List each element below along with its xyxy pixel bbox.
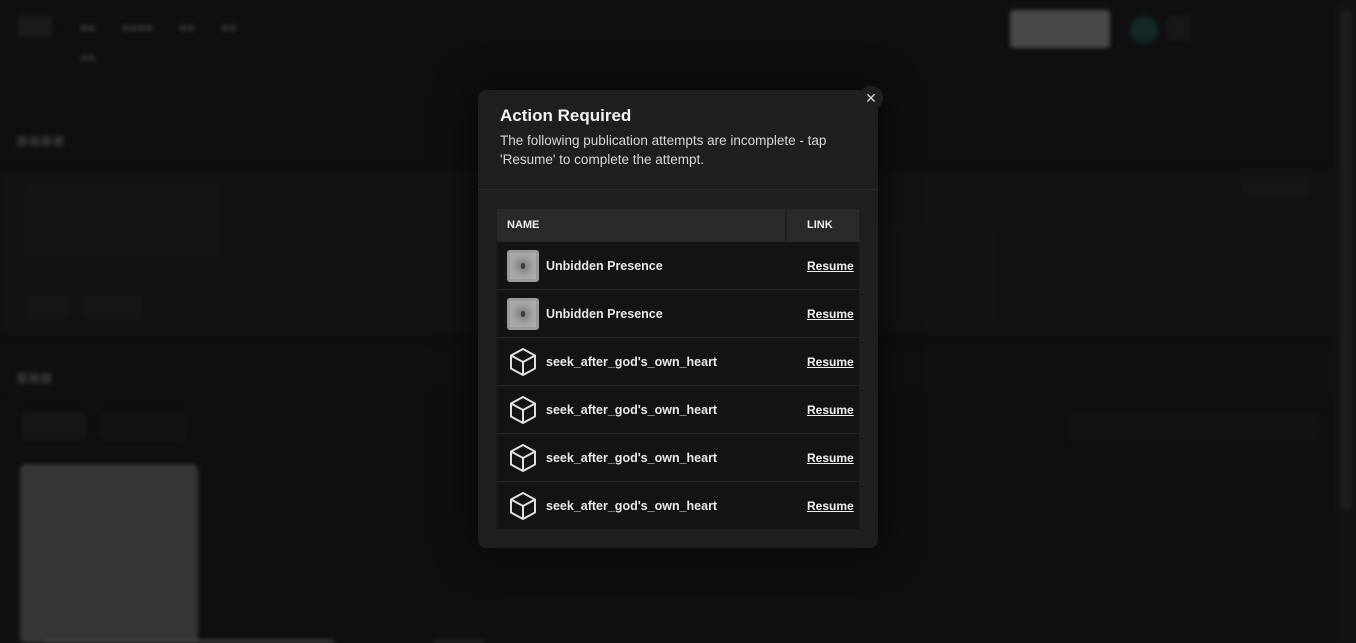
table-row: Unbidden Presence Resume [497,241,859,289]
column-header-name: NAME [497,209,787,241]
link-cell: Resume [787,305,859,323]
attempts-table: NAME LINK Unbidden Presence Resume Unbid… [497,209,859,529]
item-name: Unbidden Presence [546,258,663,273]
resume-link[interactable]: Resume [807,499,854,513]
name-cell: seek_after_god's_own_heart [497,490,787,522]
table-header: NAME LINK [497,209,859,241]
cube-icon [507,394,539,426]
item-name: seek_after_god's_own_heart [546,450,718,465]
resume-link[interactable]: Resume [807,403,854,417]
table-row: seek_after_god's_own_heart Resume [497,481,859,529]
link-cell: Resume [787,497,859,515]
divider [478,189,878,190]
name-cell: seek_after_god's_own_heart [497,442,787,474]
resume-link[interactable]: Resume [807,451,854,465]
action-required-dialog: Action Required The following publicatio… [478,90,878,548]
dialog-title: Action Required [500,106,632,125]
link-cell: Resume [787,353,859,371]
table-row: seek_after_god's_own_heart Resume [497,385,859,433]
name-cell: seek_after_god's_own_heart [497,346,787,378]
link-cell: Resume [787,401,859,419]
table-row: seek_after_god's_own_heart Resume [497,433,859,481]
cube-icon [507,442,539,474]
item-name: Unbidden Presence [546,306,663,321]
table-row: Unbidden Presence Resume [497,289,859,337]
resume-link[interactable]: Resume [807,355,854,369]
name-cell: Unbidden Presence [497,297,787,330]
dialog-description: The following publication attempts are i… [500,133,827,167]
name-cell: Unbidden Presence [497,249,787,282]
item-name: seek_after_god's_own_heart [546,402,718,417]
artwork-thumbnail [507,297,539,330]
item-name: seek_after_god's_own_heart [546,498,718,513]
link-cell: Resume [787,257,859,275]
name-cell: seek_after_god's_own_heart [497,394,787,426]
item-name: seek_after_god's_own_heart [546,354,718,369]
cube-icon [507,490,539,522]
column-header-link: LINK [807,219,833,231]
link-cell: Resume [787,449,859,467]
resume-link[interactable]: Resume [807,307,854,321]
table-row: seek_after_god's_own_heart Resume [497,337,859,385]
resume-link[interactable]: Resume [807,259,854,273]
close-icon[interactable]: ✕ [859,86,883,110]
artwork-thumbnail [507,249,539,282]
cube-icon [507,346,539,378]
